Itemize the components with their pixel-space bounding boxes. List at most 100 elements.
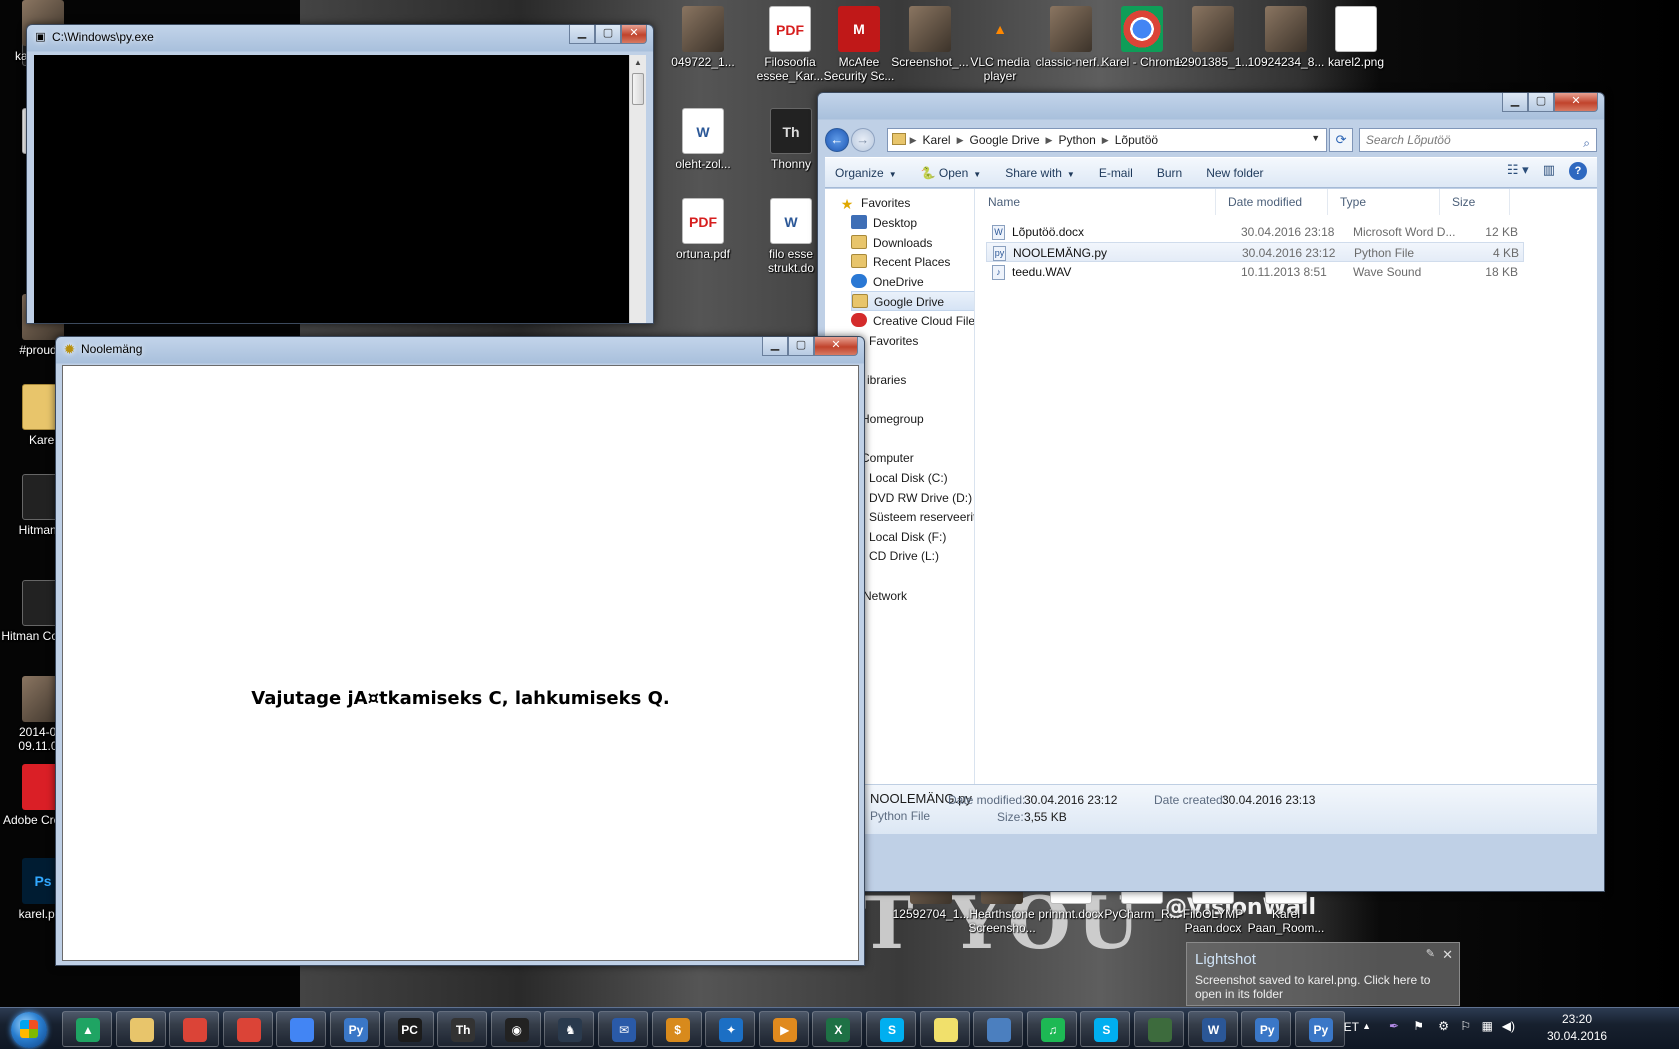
scroll-up-arrow-icon[interactable]: ▲	[630, 55, 646, 71]
nav-libraries[interactable]: ibraries	[867, 370, 906, 390]
nav-drive[interactable]: Local Disk (C:)	[869, 468, 948, 488]
explorer-minimize-button[interactable]: ▁	[1502, 93, 1528, 112]
network-icon[interactable]: ▦	[1482, 1019, 1493, 1033]
taskbar-thonny[interactable]: Th	[437, 1011, 488, 1047]
view-options-icon[interactable]: ☷ ▾	[1507, 162, 1529, 180]
share-with-button[interactable]: Share with ▼	[1005, 166, 1075, 180]
explorer-close-button[interactable]: ✕	[1554, 93, 1598, 112]
email-button[interactable]: E-mail	[1099, 166, 1133, 180]
nav-item-favorites[interactable]: Favorites	[869, 331, 918, 351]
help-icon[interactable]: ?	[1569, 162, 1587, 180]
game-maximize-button[interactable]: ▢	[788, 337, 814, 356]
column-header-date[interactable]: Date modified	[1216, 189, 1328, 215]
forward-arrow-icon[interactable]: →	[850, 128, 875, 152]
taskbar-pycharm[interactable]: PC	[383, 1011, 434, 1047]
nav-computer[interactable]: Computer	[861, 448, 914, 468]
clock-time[interactable]: 23:20	[1547, 1012, 1607, 1026]
explorer-maximize-button[interactable]: ▢	[1528, 93, 1554, 112]
preview-pane-icon[interactable]: ▥	[1543, 162, 1555, 180]
address-bar[interactable]: ▶ Karel ▶ Google Drive ▶ Python ▶ Lõputö…	[886, 128, 1328, 152]
taskbar-python[interactable]: Py	[1294, 1011, 1345, 1047]
game-canvas[interactable]: Vajutage jA¤tkamiseks C, lahkumiseks Q.	[62, 365, 859, 961]
desktop-icon[interactable]: Woleht-zol...	[660, 108, 746, 190]
taskbar-google-drive[interactable]: ▲	[62, 1011, 112, 1047]
refresh-icon[interactable]: ⟳	[1329, 128, 1353, 152]
nav-drive[interactable]: CD Drive (L:)	[869, 546, 939, 566]
open-button[interactable]: 🐍 Open ▼	[921, 166, 982, 180]
lightshot-notification[interactable]: Lightshot Screenshot saved to karel.png.…	[1186, 942, 1460, 1006]
taskbar-skype[interactable]: S	[1080, 1011, 1131, 1047]
nav-item-creative-cloud-files[interactable]: Creative Cloud Files	[851, 311, 974, 331]
breadcrumb-loputoo[interactable]: Lõputöö	[1115, 133, 1158, 147]
file-row[interactable]: ♪ teedu.WAV 10.11.2013 8:51 Wave Sound 18 KB	[986, 262, 1524, 282]
lightshot-feather-icon[interactable]: ✒	[1389, 1019, 1399, 1033]
taskbar-skype-alert[interactable]: S	[866, 1011, 916, 1047]
nav-item-desktop[interactable]: Desktop	[851, 213, 917, 233]
taskbar-word[interactable]: W	[1187, 1011, 1238, 1047]
console-scrollbar[interactable]: ▲	[629, 55, 646, 323]
search-icon[interactable]: ⌕	[1583, 132, 1590, 154]
console-maximize-button[interactable]: ▢	[595, 25, 621, 44]
search-input[interactable]: Search Lõputöö ⌕	[1358, 128, 1597, 154]
taskbar-photo-viewer[interactable]	[973, 1011, 1024, 1047]
taskbar-excel[interactable]: X	[812, 1011, 863, 1047]
nav-drive[interactable]: DVD RW Drive (D:) N	[869, 488, 974, 508]
nav-item-onedrive[interactable]: OneDrive	[851, 272, 924, 292]
taskbar-steam-app[interactable]: ♞	[544, 1011, 595, 1047]
taskbar-python-launcher[interactable]: Py	[330, 1011, 380, 1047]
taskbar-python-idle[interactable]: Py	[1241, 1011, 1292, 1047]
taskbar-spotify[interactable]: ♫	[1026, 1011, 1077, 1047]
taskbar-chrome[interactable]	[169, 1011, 220, 1047]
console-titlebar[interactable]: ▣ C:\Windows\py.exe	[27, 25, 653, 50]
taskbar-task-manager[interactable]	[1134, 1011, 1184, 1047]
taskbar-money-app[interactable]: $	[651, 1011, 702, 1047]
column-header-type[interactable]: Type	[1328, 189, 1440, 215]
start-button[interactable]	[3, 1010, 55, 1048]
breadcrumb-python[interactable]: Python	[1058, 133, 1095, 147]
nav-network[interactable]: Network	[863, 586, 907, 606]
taskbar-chrome-user[interactable]	[276, 1011, 327, 1047]
nav-drive[interactable]: Süsteem reserveeritu	[869, 507, 974, 527]
toast-message[interactable]: Screenshot saved to karel.png. Click her…	[1195, 973, 1455, 1001]
game-titlebar[interactable]: ✹ Noolemäng	[56, 337, 864, 362]
game-minimize-button[interactable]: ▁	[762, 337, 788, 356]
volume-icon[interactable]: ◀)	[1502, 1019, 1515, 1033]
close-icon[interactable]: ✕	[1442, 947, 1453, 963]
taskbar-thunderbird[interactable]: ✉	[598, 1011, 648, 1047]
file-row[interactable]: W Lõputöö.docx 30.04.2016 23:18 Microsoft W…	[986, 222, 1524, 242]
taskbar-file-explorer[interactable]	[115, 1011, 166, 1047]
desktop-icon[interactable]: 049722_1...	[660, 6, 746, 88]
language-indicator[interactable]: ET	[1344, 1020, 1359, 1034]
nav-homegroup[interactable]: Homegroup	[861, 409, 924, 429]
pin-icon[interactable]: ✎	[1426, 947, 1435, 960]
new-folder-button[interactable]: New folder	[1206, 166, 1263, 180]
taskbar-sticky-notes[interactable]	[919, 1011, 970, 1047]
console-close-button[interactable]: ✕	[621, 25, 647, 44]
nav-drive[interactable]: Local Disk (F:)	[869, 527, 946, 547]
steam-tray-icon[interactable]: ⚙	[1438, 1019, 1449, 1033]
address-dropdown-icon[interactable]: ▼	[1311, 133, 1320, 143]
console-output[interactable]: ▲	[34, 55, 646, 323]
taskbar-battlenet[interactable]: ✦	[705, 1011, 756, 1047]
organize-button[interactable]: Organize ▼	[835, 166, 897, 180]
action-center-icon[interactable]: ⚐	[1460, 1019, 1471, 1033]
column-header-size[interactable]: Size	[1440, 189, 1510, 215]
console-minimize-button[interactable]: ▁	[569, 25, 595, 44]
back-arrow-icon[interactable]: ←	[825, 128, 849, 152]
burn-button[interactable]: Burn	[1157, 166, 1182, 180]
nav-item-downloads[interactable]: Downloads	[851, 233, 932, 253]
scroll-thumb[interactable]	[632, 73, 644, 105]
nav-favorites[interactable]: ★ Favorites	[839, 193, 911, 213]
flag-icon[interactable]: ⚑	[1413, 1019, 1424, 1033]
clock-date[interactable]: 30.04.2016	[1547, 1029, 1607, 1043]
taskbar-chrome-2[interactable]	[222, 1011, 273, 1047]
desktop-icon[interactable]: karel2.png	[1313, 6, 1399, 88]
column-header-name[interactable]: Name	[976, 189, 1216, 215]
nav-item-recent-places[interactable]: Recent Places	[851, 252, 950, 272]
nav-item-google-drive[interactable]: Google Drive	[851, 291, 974, 312]
breadcrumb-google-drive[interactable]: Google Drive	[969, 133, 1039, 147]
file-row[interactable]: py NOOLEMÄNG.py 30.04.2016 23:12 Python Fil…	[986, 242, 1524, 262]
game-close-button[interactable]: ✕	[814, 337, 858, 356]
taskbar-obs[interactable]: ◉	[490, 1011, 541, 1047]
desktop-icon[interactable]: PDF ortuna.pdf	[660, 198, 746, 280]
